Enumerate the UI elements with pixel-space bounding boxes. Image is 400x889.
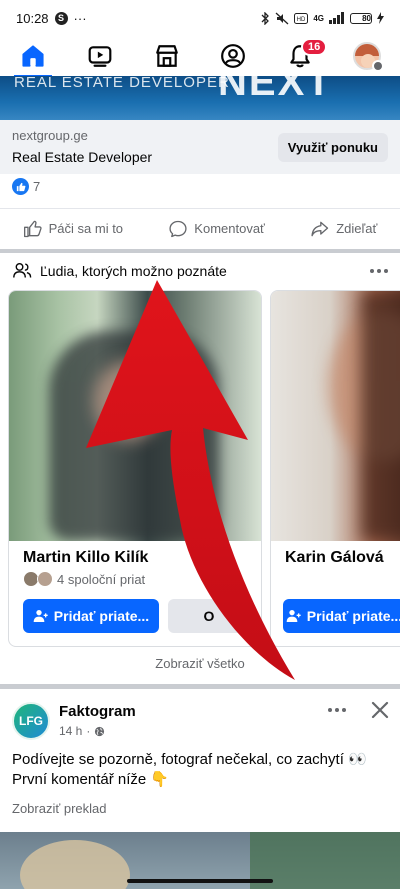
pymk-photo[interactable]: [271, 291, 400, 541]
post-meta: 14 h ·: [59, 724, 105, 738]
comment-icon: [169, 220, 187, 237]
ad-banner-brand: NEXT: [218, 76, 333, 104]
page-avatar[interactable]: LFG: [12, 702, 50, 740]
nav-profile[interactable]: [208, 36, 258, 76]
post-text-line: První komentář níže 👇: [12, 771, 170, 788]
app-notification-icon: S: [54, 11, 68, 25]
mutual-count: 4 spoloční priat: [57, 571, 146, 587]
pymk-name[interactable]: Karin Gálová: [285, 549, 384, 567]
battery-icon: 80: [350, 12, 372, 24]
bluetooth-icon: [261, 11, 270, 25]
pymk-photo[interactable]: [9, 291, 261, 541]
vowifi-icon: HD: [294, 12, 309, 24]
see-translation-link[interactable]: Zobraziť preklad: [12, 801, 106, 816]
thumbs-up-icon: [23, 220, 42, 237]
reaction-summary[interactable]: 7: [12, 178, 40, 195]
pymk-more-icon[interactable]: [370, 269, 388, 273]
signal-icon: [329, 12, 344, 24]
status-time: 10:28: [16, 10, 49, 26]
home-indicator[interactable]: [127, 879, 273, 883]
share-icon: [311, 221, 329, 236]
nav-marketplace[interactable]: [142, 36, 192, 76]
add-friend-label: Pridať priate...: [53, 608, 150, 624]
like-button[interactable]: Páči sa mi to: [23, 219, 123, 239]
comment-button[interactable]: Komentovať: [168, 219, 265, 239]
status-bar: 10:28 S ··· HD 4G 80: [0, 0, 400, 36]
post-more-icon[interactable]: [328, 708, 346, 712]
charging-icon: [377, 12, 384, 24]
pymk-header: Ľudia, ktorých možno poznáte: [0, 256, 400, 286]
pymk-card[interactable]: Martin Killo Kilík 4 spoloční priat Prid…: [8, 290, 262, 647]
ad-cta-button[interactable]: Využiť ponuku: [277, 133, 388, 162]
like-reaction-icon: [12, 178, 29, 195]
comment-label: Komentovať: [194, 221, 265, 236]
post-text-line: Podívejte se pozorně, fotograf nečekal, …: [12, 751, 367, 768]
section-divider: [0, 249, 400, 253]
mutual-friends: 4 spoloční priat: [23, 571, 145, 587]
ad-image[interactable]: REAL ESTATE DEVELOPER NEXT: [0, 76, 400, 120]
post-text: Podívejte se pozorně, fotograf nečekal, …: [12, 750, 388, 790]
pymk-title: Ľudia, ktorých možno poznáte: [40, 263, 227, 279]
video-icon: [88, 46, 112, 67]
nav-home[interactable]: [8, 36, 58, 78]
share-label: Zdieľať: [336, 221, 378, 236]
close-icon[interactable]: [368, 698, 392, 722]
nav-menu[interactable]: [342, 36, 392, 76]
globe-icon: [95, 726, 105, 736]
profile-icon: [221, 44, 246, 68]
pymk-card[interactable]: Karin Gálová Pridať priate...: [270, 290, 400, 647]
share-button[interactable]: Zdieľať: [310, 219, 377, 239]
like-label: Páči sa mi to: [48, 221, 124, 236]
reaction-count: 7: [33, 179, 41, 194]
svg-text:HD: HD: [297, 17, 306, 23]
mutual-avatar: [37, 571, 53, 587]
ad-link-footer[interactable]: nextgroup.ge Real Estate Developer Využi…: [0, 120, 400, 174]
battery-level: 80: [362, 13, 371, 23]
add-friend-button[interactable]: Pridať priate...: [23, 599, 159, 633]
people-icon: [13, 262, 32, 278]
add-friend-button[interactable]: Pridať priate...: [283, 599, 400, 633]
section-divider: [0, 684, 400, 689]
marketplace-icon: [155, 45, 178, 67]
top-nav: 16: [0, 36, 400, 78]
pymk-name[interactable]: Martin Killo Kilík: [23, 549, 148, 567]
home-icon: [22, 45, 44, 67]
network-type: 4G: [313, 13, 324, 23]
ad-banner-text: REAL ESTATE DEVELOPER: [14, 76, 230, 91]
menu-icon: [371, 60, 384, 72]
mute-icon: [275, 12, 289, 24]
post-time[interactable]: 14 h: [59, 724, 82, 738]
add-friend-icon: [286, 610, 301, 622]
nav-watch[interactable]: [75, 36, 125, 76]
remove-button[interactable]: O: [168, 599, 250, 633]
notification-badge: 16: [300, 38, 328, 56]
status-more-icon: ···: [73, 10, 87, 26]
add-friend-icon: [33, 610, 48, 622]
post-actions: Páči sa mi to Komentovať Zdieľať: [0, 208, 400, 248]
see-all-link[interactable]: Zobraziť všetko: [0, 656, 400, 671]
post-author[interactable]: Faktogram: [59, 703, 136, 720]
nav-notifications[interactable]: 16: [275, 36, 328, 76]
add-friend-label: Pridať priate...: [306, 608, 400, 624]
